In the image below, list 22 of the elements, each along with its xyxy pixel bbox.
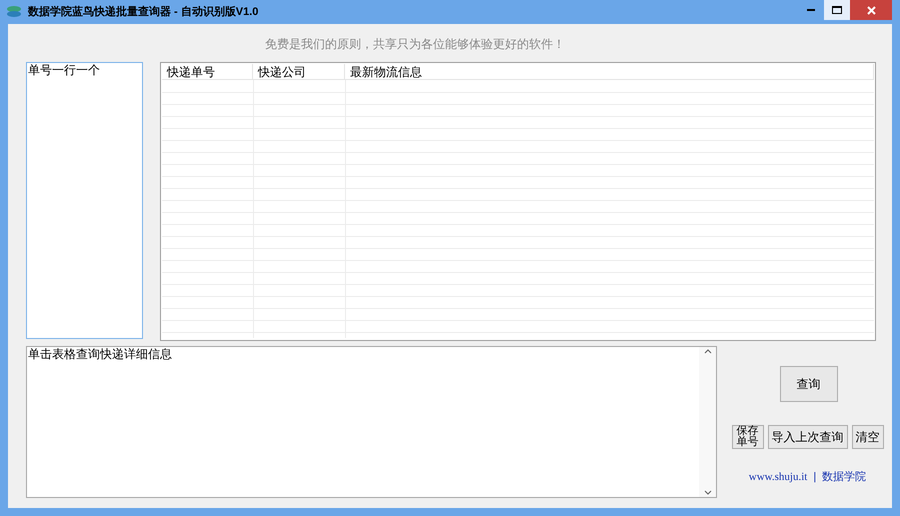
action-button[interactable]: 查询 [780,366,838,402]
action-button[interactable]: 导入上次查询 [768,425,848,449]
scrollbar[interactable] [699,347,716,497]
maximize-button[interactable] [824,0,850,20]
separator-text: | [813,470,816,485]
slogan-text: 免费是我们的原则，共享只为各位能够体验更好的软件！ [265,36,565,53]
column-header[interactable]: 快递单号 [162,64,253,79]
brand-link[interactable]: 数据学院 [822,469,866,486]
app-logo-icon [6,5,22,19]
scroll-down-icon[interactable] [704,490,712,495]
scroll-up-icon[interactable] [704,349,712,354]
window-title: 数据学院蓝鸟快递批量查询器 - 自动识别版V1.0 [28,4,258,20]
close-button[interactable] [850,0,892,20]
action-button[interactable]: 清空 [852,425,884,449]
action-button[interactable]: 保存单号 [732,425,764,449]
column-header[interactable]: 快递公司 [253,64,345,79]
website-link[interactable]: www.shuju.it [748,469,808,486]
column-header[interactable]: 最新物流信息 [345,64,874,79]
detail-text: 单击表格查询快递详细信息 [27,347,173,363]
close-icon [866,6,876,14]
detail-field[interactable]: 单击表格查询快递详细信息 [26,346,717,498]
tracking-numbers-field[interactable]: 单号一行一个 [26,62,143,339]
